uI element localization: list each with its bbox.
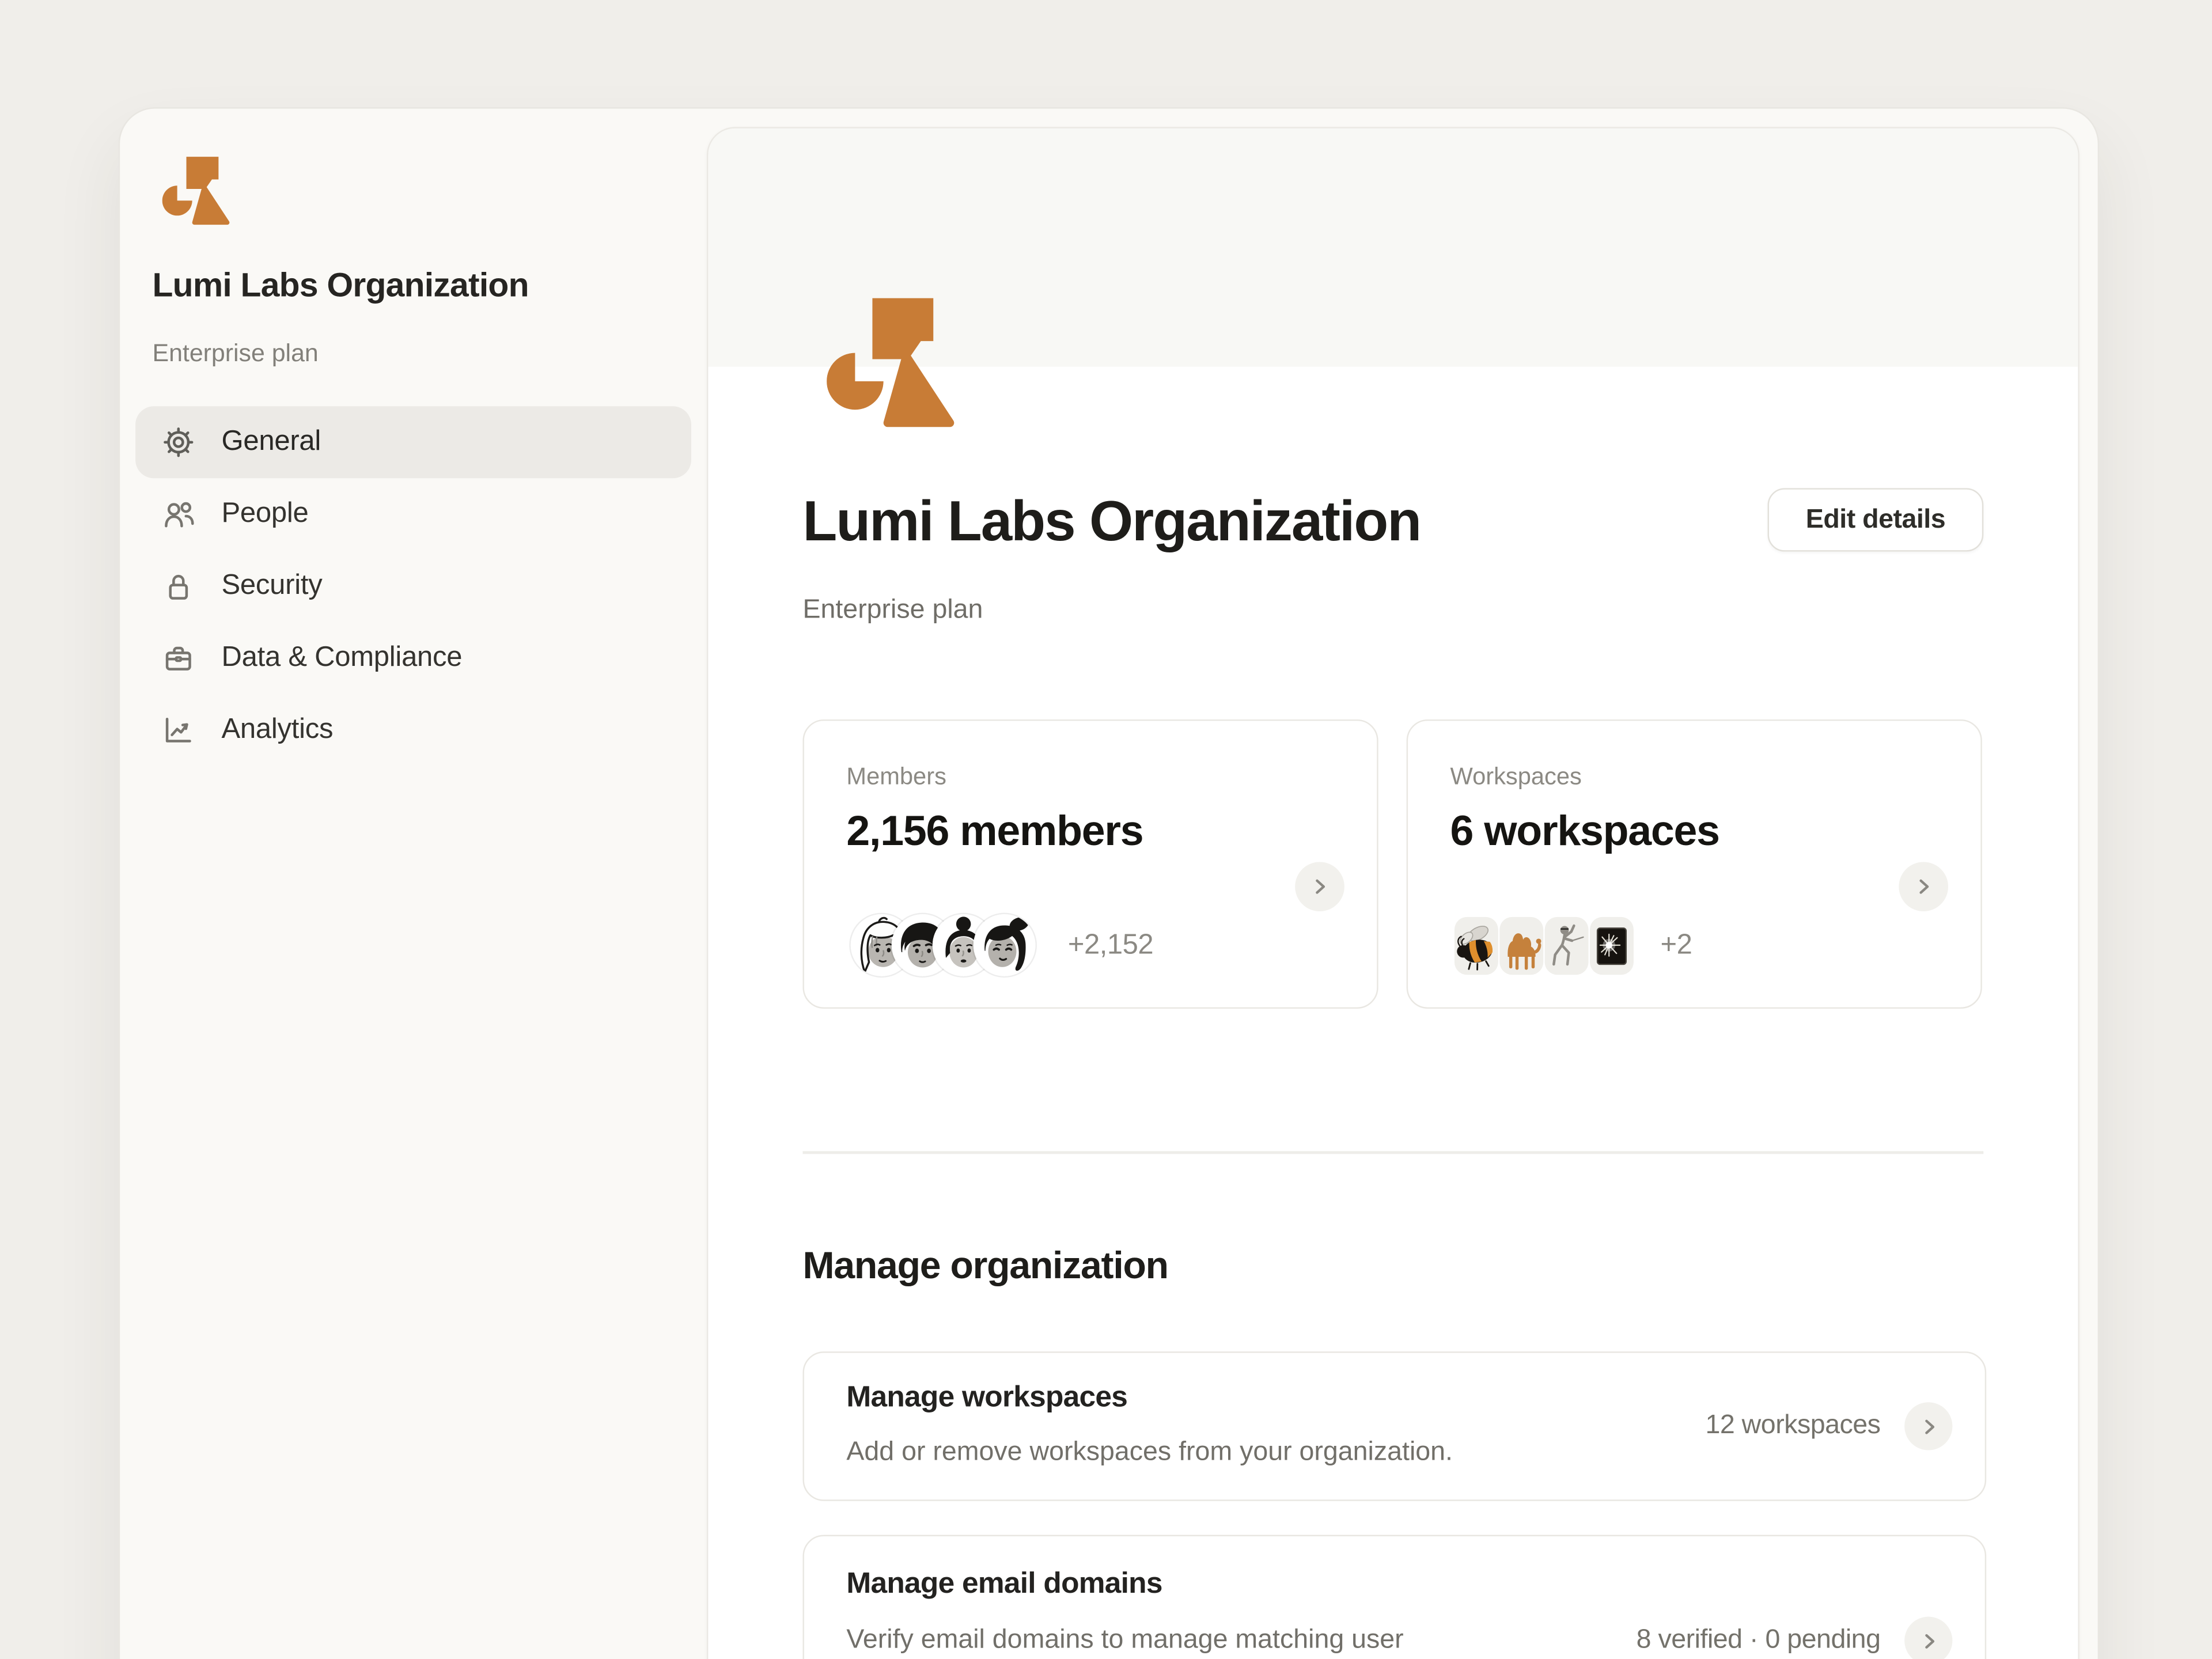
avatar-ponytail xyxy=(974,914,1036,976)
sparkler-emoji xyxy=(1590,917,1634,975)
sidebar-item-data-compliance[interactable]: Data & Compliance xyxy=(135,622,691,694)
manage-email-domains-row[interactable]: Manage email domains Verify email domain… xyxy=(802,1535,1986,1659)
page-background: Lumi Labs Organization Enterprise plan G… xyxy=(0,0,2212,1659)
sidebar-nav: General People xyxy=(135,406,691,766)
row-subtitle: Verify email domains to manage matching … xyxy=(846,1625,1403,1656)
fencer-emoji xyxy=(1545,917,1589,975)
chevron-right-icon xyxy=(1918,1630,1939,1652)
sidebar-item-label: Security xyxy=(221,570,322,602)
sidebar-item-general[interactable]: General xyxy=(135,406,691,478)
workspaces-count: 6 workspaces xyxy=(1450,808,1719,856)
sidebar-item-label: General xyxy=(221,426,321,459)
members-card[interactable]: Members 2,156 members xyxy=(802,719,1378,1009)
workspaces-label: Workspaces xyxy=(1450,763,1582,791)
lock-icon xyxy=(162,570,195,602)
plan-label: Enterprise plan xyxy=(802,595,983,626)
sidebar-item-label: Data & Compliance xyxy=(221,642,462,674)
row-title: Manage workspaces xyxy=(846,1381,1127,1415)
chevron-right-icon xyxy=(1309,876,1331,897)
member-avatars: +2,152 xyxy=(851,914,1153,976)
workspaces-chevron-button[interactable] xyxy=(1899,862,1948,911)
workspaces-card[interactable]: Workspaces 6 workspaces xyxy=(1407,719,1982,1009)
org-logo-large xyxy=(827,298,979,432)
app-window: Lumi Labs Organization Enterprise plan G… xyxy=(119,107,2099,1659)
sidebar: Lumi Labs Organization Enterprise plan G… xyxy=(120,109,707,1659)
chart-icon xyxy=(162,714,195,746)
workspace-emojis: +2 xyxy=(1455,917,1692,975)
members-label: Members xyxy=(846,763,946,791)
sidebar-org-name: Lumi Labs Organization xyxy=(152,267,674,306)
manage-organization-heading: Manage organization xyxy=(802,1244,1168,1288)
row-subtitle: Add or remove workspaces from your organ… xyxy=(846,1438,1453,1469)
chevron-right-icon xyxy=(1913,876,1934,897)
chevron-right-icon xyxy=(1918,1416,1939,1437)
edit-details-button[interactable]: Edit details xyxy=(1768,488,1984,551)
gear-icon xyxy=(162,426,195,459)
row-meta: 12 workspaces xyxy=(1705,1411,1880,1442)
sidebar-item-security[interactable]: Security xyxy=(135,550,691,622)
manage-workspaces-row[interactable]: Manage workspaces Add or remove workspac… xyxy=(802,1351,1986,1501)
sidebar-item-label: People xyxy=(221,498,308,530)
org-logo xyxy=(162,157,243,227)
sidebar-item-label: Analytics xyxy=(221,714,333,746)
stats-row: Members 2,156 members xyxy=(802,719,1982,1009)
bee-emoji xyxy=(1455,917,1498,975)
manage-workspaces-chevron-button[interactable] xyxy=(1904,1402,1952,1450)
page-title: Lumi Labs Organization xyxy=(802,488,1421,556)
briefcase-icon xyxy=(162,642,195,674)
sidebar-plan-label: Enterprise plan xyxy=(152,339,318,368)
row-meta: 8 verified · 0 pending xyxy=(1637,1625,1881,1656)
sidebar-item-people[interactable]: People xyxy=(135,478,691,550)
people-icon xyxy=(162,498,195,530)
row-title: Manage email domains xyxy=(846,1567,1162,1601)
sidebar-item-analytics[interactable]: Analytics xyxy=(135,694,691,766)
main-content: Lumi Labs Organization Edit details Ente… xyxy=(707,127,2080,1659)
members-overflow-count: +2,152 xyxy=(1068,929,1153,961)
members-chevron-button[interactable] xyxy=(1295,862,1344,911)
workspaces-overflow-count: +2 xyxy=(1660,930,1692,962)
camel-emoji xyxy=(1499,917,1543,975)
section-divider xyxy=(802,1151,1983,1154)
manage-email-domains-chevron-button[interactable] xyxy=(1904,1617,1952,1659)
members-count: 2,156 members xyxy=(846,808,1143,856)
